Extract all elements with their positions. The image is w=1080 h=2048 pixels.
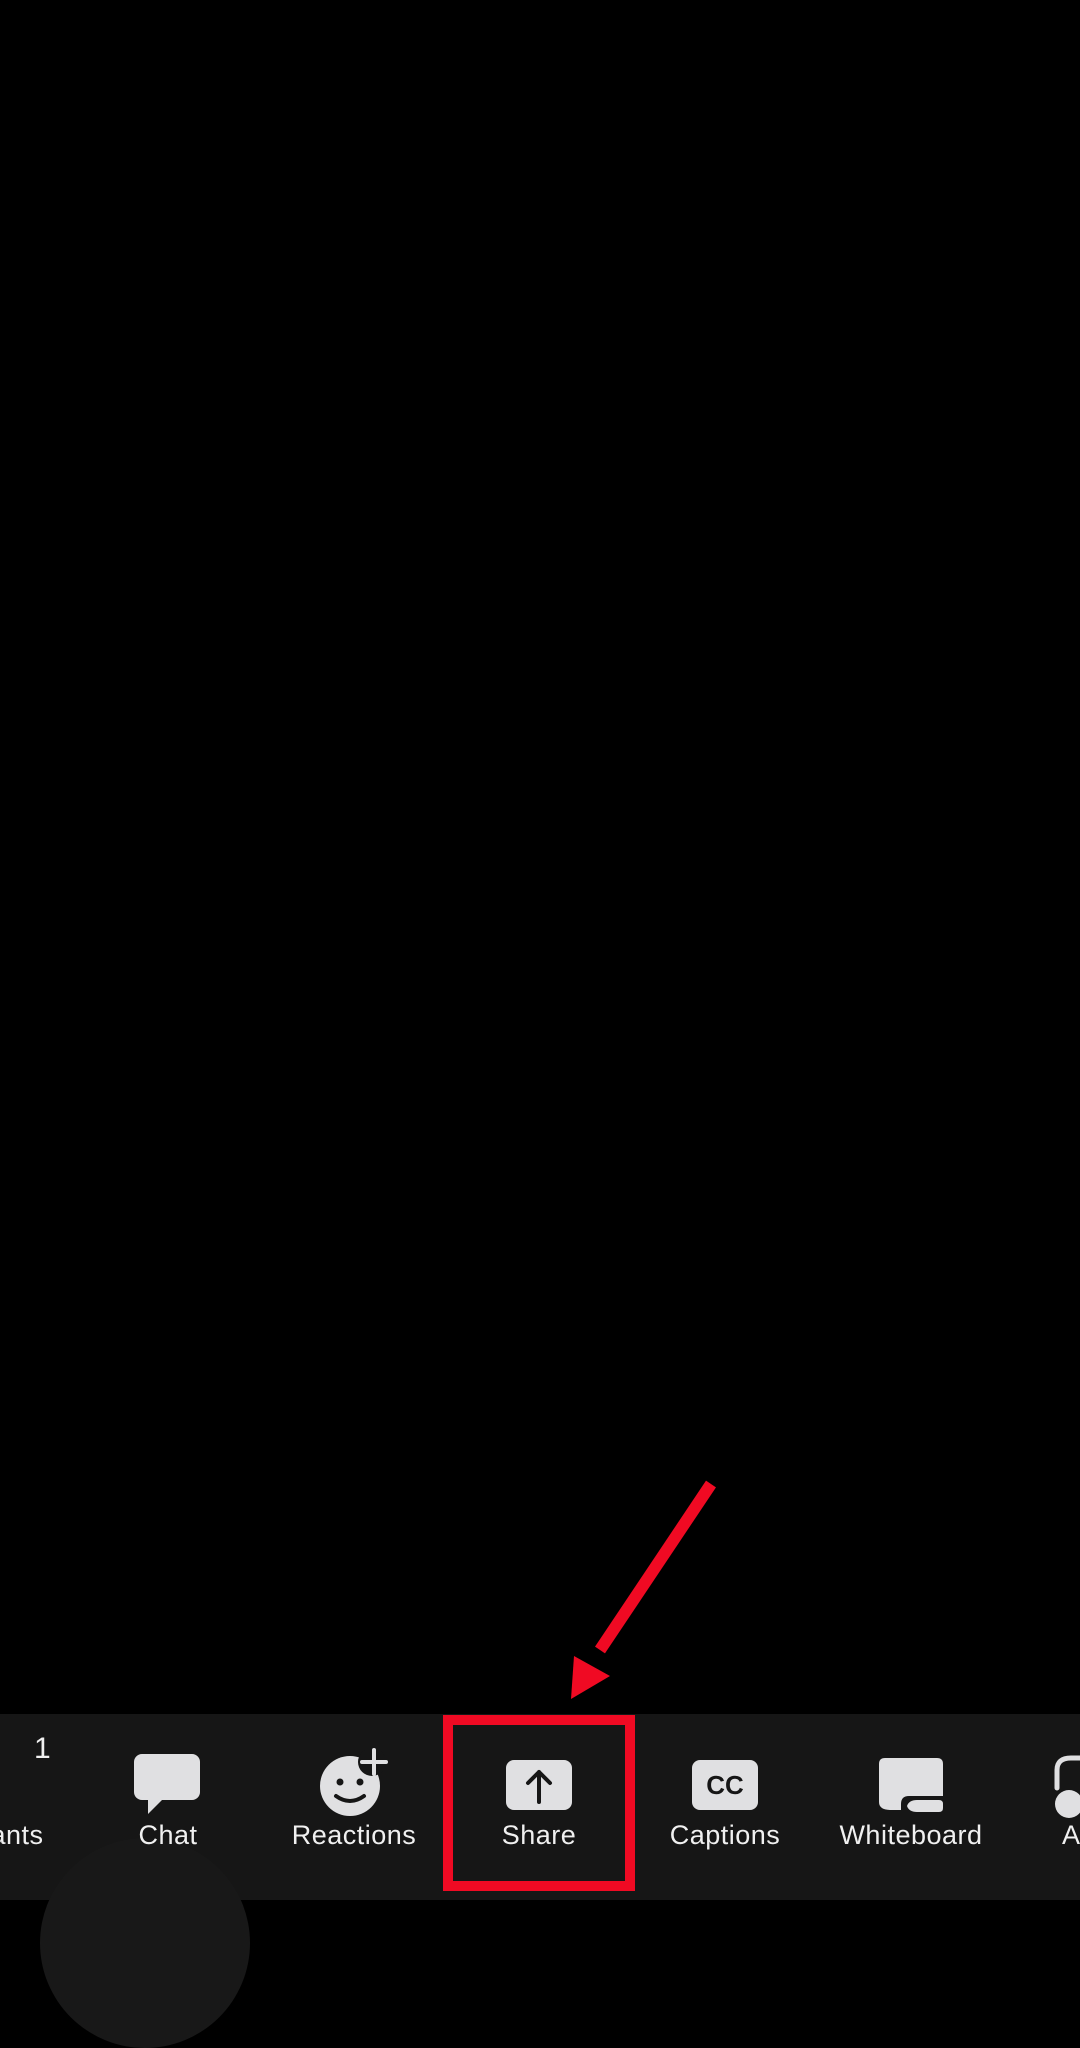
chat-label: Chat xyxy=(138,1820,198,1850)
whiteboard-icon xyxy=(871,1744,951,1824)
emoji-add-icon xyxy=(314,1744,394,1824)
captions-button[interactable]: CC Captions xyxy=(640,1714,810,1864)
toolbar-swipe-indicator xyxy=(40,1838,250,2048)
apps-label: A xyxy=(1062,1820,1080,1850)
cc-text: CC xyxy=(706,1770,744,1800)
reactions-label: Reactions xyxy=(291,1820,417,1850)
share-button[interactable]: Share xyxy=(454,1714,624,1864)
captions-label: Captions xyxy=(669,1820,781,1850)
whiteboard-button[interactable]: Whiteboard xyxy=(826,1714,996,1864)
participants-icon xyxy=(0,1744,10,1824)
reactions-button[interactable]: Reactions xyxy=(269,1714,439,1864)
participants-label: Participants xyxy=(0,1820,44,1850)
whiteboard-label: Whiteboard xyxy=(839,1820,983,1850)
chat-button[interactable]: Chat xyxy=(83,1714,253,1864)
chat-bubble-icon xyxy=(128,1744,208,1824)
participant-count-badge: 1 xyxy=(34,1732,51,1765)
closed-captions-icon: CC xyxy=(685,1744,765,1824)
share-label: Share xyxy=(501,1820,577,1850)
share-screen-icon xyxy=(499,1744,579,1824)
apps-button[interactable]: A xyxy=(1025,1714,1080,1864)
participants-button[interactable]: 1 Participants xyxy=(0,1714,55,1864)
video-area xyxy=(0,0,1080,1714)
apps-icon xyxy=(1047,1744,1080,1824)
